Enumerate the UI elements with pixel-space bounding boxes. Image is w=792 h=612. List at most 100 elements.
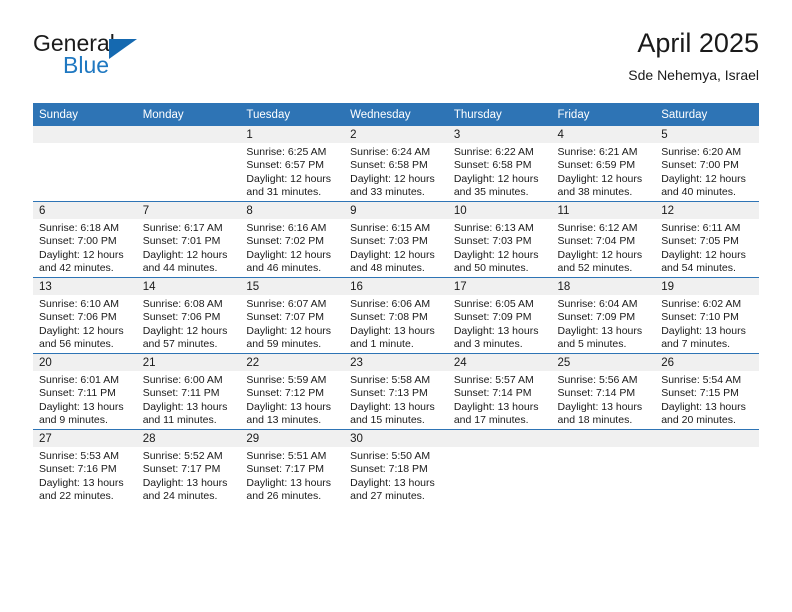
calendar-day-cell[interactable]: 16 Sunrise: 6:06 AM Sunset: 7:08 PM Dayligh… — [344, 277, 448, 354]
calendar-day-cell[interactable]: 14 Sunrise: 6:08 AM Sunset: 7:06 PM Dayligh… — [136, 277, 241, 354]
sunrise-time: Sunrise: 6:17 AM — [142, 222, 223, 234]
calendar-day-cell[interactable]: 4 Sunrise: 6:21 AM Sunset: 6:59 PM Daylight… — [551, 126, 656, 202]
calendar-day-cell[interactable]: 2 Sunrise: 6:24 AM Sunset: 6:58 PM Daylight… — [344, 126, 448, 202]
calendar-day-cell[interactable]: 27 Sunrise: 5:53 AM Sunset: 7:16 PM Dayligh… — [33, 429, 137, 505]
title-block: April 2025 Sde Nehemya, Israel — [628, 26, 759, 85]
sunrise-time: Sunrise: 6:15 AM — [350, 222, 431, 234]
day-details: Sunrise: 6:24 AM Sunset: 6:58 PM Daylight:… — [344, 143, 448, 200]
day-number: 27 — [33, 430, 137, 447]
sunset-time: Sunset: 7:11 PM — [142, 387, 220, 400]
daylight-duration-line1: Daylight: 13 hours — [350, 400, 435, 413]
weekday-header-monday: Monday — [136, 103, 241, 126]
day-number — [136, 126, 241, 143]
daylight-duration-line2: and 15 minutes. — [350, 414, 425, 427]
daylight-duration-line2: and 44 minutes. — [142, 262, 218, 275]
day-details: Sunrise: 6:07 AM Sunset: 7:07 PM Daylight:… — [240, 295, 344, 352]
sunrise-time: Sunrise: 5:50 AM — [350, 450, 431, 462]
calendar-day-cell[interactable]: 7 Sunrise: 6:17 AM Sunset: 7:01 PM Daylight… — [136, 201, 241, 278]
day-details: Sunrise: 6:25 AM Sunset: 6:57 PM Daylight:… — [240, 143, 344, 200]
calendar-day-cell[interactable]: 10 Sunrise: 6:13 AM Sunset: 7:03 PM Dayligh… — [447, 201, 552, 278]
daylight-duration-line1: Daylight: 13 hours — [246, 476, 332, 489]
sunrise-time: Sunrise: 6:25 AM — [246, 146, 327, 158]
page-header: General Blue April 2025 Sde Nehemya, Isr… — [33, 26, 759, 94]
day-details — [33, 143, 137, 146]
day-details: Sunrise: 6:00 AM Sunset: 7:11 PM Daylight:… — [137, 371, 241, 428]
daylight-duration-line1: Daylight: 13 hours — [39, 476, 124, 489]
calendar-day-cell[interactable]: 18 Sunrise: 6:04 AM Sunset: 7:09 PM Dayligh… — [551, 277, 656, 354]
daylight-duration-line1: Daylight: 13 hours — [350, 476, 435, 489]
calendar-day-cell[interactable]: 21 Sunrise: 6:00 AM Sunset: 7:11 PM Dayligh… — [136, 353, 241, 430]
daylight-duration-line2: and 1 minute. — [350, 338, 414, 351]
daylight-duration-line1: Daylight: 12 hours — [246, 248, 332, 261]
daylight-duration-line2: and 5 minutes. — [557, 338, 627, 351]
calendar-day-cell[interactable]: 19 Sunrise: 6:02 AM Sunset: 7:10 PM Dayligh… — [655, 277, 759, 354]
day-details — [552, 447, 656, 450]
calendar-day-cell[interactable]: 5 Sunrise: 6:20 AM Sunset: 7:00 PM Daylight… — [655, 126, 759, 202]
day-number: 5 — [655, 126, 759, 143]
sunrise-time: Sunrise: 6:04 AM — [557, 298, 638, 310]
calendar-week-row: 20 Sunrise: 6:01 AM Sunset: 7:11 PM Dayligh… — [33, 353, 759, 430]
day-details: Sunrise: 5:56 AM Sunset: 7:14 PM Daylight:… — [552, 371, 656, 428]
sunrise-time: Sunrise: 6:16 AM — [246, 222, 327, 234]
daylight-duration-line1: Daylight: 12 hours — [246, 324, 332, 337]
day-details: Sunrise: 5:58 AM Sunset: 7:13 PM Daylight:… — [344, 371, 448, 428]
calendar-day-cell[interactable]: 3 Sunrise: 6:22 AM Sunset: 6:58 PM Daylight… — [447, 126, 552, 202]
day-details: Sunrise: 6:22 AM Sunset: 6:58 PM Daylight:… — [448, 143, 552, 200]
calendar-day-cell[interactable]: 9 Sunrise: 6:15 AM Sunset: 7:03 PM Daylight… — [344, 201, 448, 278]
sunset-time: Sunset: 7:15 PM — [661, 387, 739, 400]
brand-logo[interactable]: General Blue — [33, 30, 253, 86]
weekday-header-friday: Friday — [551, 103, 656, 126]
day-number: 20 — [33, 354, 137, 371]
day-number: 15 — [240, 278, 345, 295]
calendar-day-cell-empty — [136, 126, 241, 202]
day-details: Sunrise: 6:13 AM Sunset: 7:03 PM Daylight:… — [448, 219, 552, 276]
sunrise-time: Sunrise: 6:18 AM — [39, 222, 119, 234]
calendar-day-cell[interactable]: 22 Sunrise: 5:59 AM Sunset: 7:12 PM Dayligh… — [240, 353, 345, 430]
calendar-day-cell[interactable]: 13 Sunrise: 6:10 AM Sunset: 7:06 PM Dayligh… — [33, 277, 137, 354]
calendar-day-cell[interactable]: 6 Sunrise: 6:18 AM Sunset: 7:00 PM Daylight… — [33, 201, 137, 278]
daylight-duration-line1: Daylight: 12 hours — [557, 172, 643, 185]
day-number — [551, 430, 656, 447]
calendar-day-cell[interactable]: 26 Sunrise: 5:54 AM Sunset: 7:15 PM Dayligh… — [655, 353, 759, 430]
sunset-time: Sunset: 7:03 PM — [453, 235, 532, 248]
calendar-day-cell[interactable]: 20 Sunrise: 6:01 AM Sunset: 7:11 PM Dayligh… — [33, 353, 137, 430]
sunset-time: Sunset: 7:14 PM — [557, 387, 636, 400]
sunrise-time: Sunrise: 6:01 AM — [39, 374, 119, 386]
calendar-day-cell[interactable]: 28 Sunrise: 5:52 AM Sunset: 7:17 PM Dayligh… — [136, 429, 241, 505]
day-number: 21 — [136, 354, 241, 371]
sunrise-time: Sunrise: 6:21 AM — [557, 146, 638, 158]
sunrise-time: Sunrise: 6:10 AM — [39, 298, 119, 310]
calendar-day-cell[interactable]: 8 Sunrise: 6:16 AM Sunset: 7:02 PM Daylight… — [240, 201, 345, 278]
calendar-week-row: 27 Sunrise: 5:53 AM Sunset: 7:16 PM Dayligh… — [33, 429, 759, 505]
daylight-duration-line2: and 26 minutes. — [246, 490, 322, 503]
calendar-day-cell[interactable]: 25 Sunrise: 5:56 AM Sunset: 7:14 PM Dayligh… — [551, 353, 656, 430]
daylight-duration-line1: Daylight: 12 hours — [142, 248, 228, 261]
daylight-duration-line1: Daylight: 13 hours — [142, 476, 228, 489]
calendar-day-cell[interactable]: 12 Sunrise: 6:11 AM Sunset: 7:05 PM Dayligh… — [655, 201, 759, 278]
daylight-duration-line2: and 22 minutes. — [39, 490, 114, 503]
calendar-day-cell[interactable]: 1 Sunrise: 6:25 AM Sunset: 6:57 PM Daylight… — [240, 126, 345, 202]
calendar-day-cell[interactable]: 23 Sunrise: 5:58 AM Sunset: 7:13 PM Dayligh… — [344, 353, 448, 430]
calendar-day-cell[interactable]: 11 Sunrise: 6:12 AM Sunset: 7:04 PM Dayligh… — [551, 201, 656, 278]
daylight-duration-line2: and 54 minutes. — [661, 262, 736, 275]
day-details: Sunrise: 6:11 AM Sunset: 7:05 PM Daylight:… — [655, 219, 759, 276]
calendar-day-cell[interactable]: 24 Sunrise: 5:57 AM Sunset: 7:14 PM Dayligh… — [447, 353, 552, 430]
calendar-grid: Sunday Monday Tuesday Wednesday Thursday… — [33, 103, 759, 505]
calendar-day-cell[interactable]: 30 Sunrise: 5:50 AM Sunset: 7:18 PM Dayligh… — [344, 429, 448, 505]
day-number: 16 — [344, 278, 448, 295]
daylight-duration-line1: Daylight: 13 hours — [557, 324, 643, 337]
calendar-day-cell[interactable]: 15 Sunrise: 6:07 AM Sunset: 7:07 PM Dayligh… — [240, 277, 345, 354]
daylight-duration-line2: and 33 minutes. — [350, 186, 425, 199]
sunrise-time: Sunrise: 6:13 AM — [453, 222, 534, 234]
calendar-day-cell[interactable]: 29 Sunrise: 5:51 AM Sunset: 7:17 PM Dayligh… — [240, 429, 345, 505]
sunset-time: Sunset: 7:10 PM — [661, 311, 739, 324]
daylight-duration-line2: and 13 minutes. — [246, 414, 322, 427]
calendar-day-cell[interactable]: 17 Sunrise: 6:05 AM Sunset: 7:09 PM Dayligh… — [447, 277, 552, 354]
daylight-duration-line2: and 7 minutes. — [661, 338, 731, 351]
page-subtitle: Sde Nehemya, Israel — [628, 67, 759, 83]
sunrise-time: Sunrise: 6:00 AM — [142, 374, 223, 386]
sunset-time: Sunset: 6:58 PM — [350, 159, 428, 172]
day-number: 30 — [344, 430, 448, 447]
sunset-time: Sunset: 7:09 PM — [557, 311, 636, 324]
day-number: 12 — [655, 202, 759, 219]
